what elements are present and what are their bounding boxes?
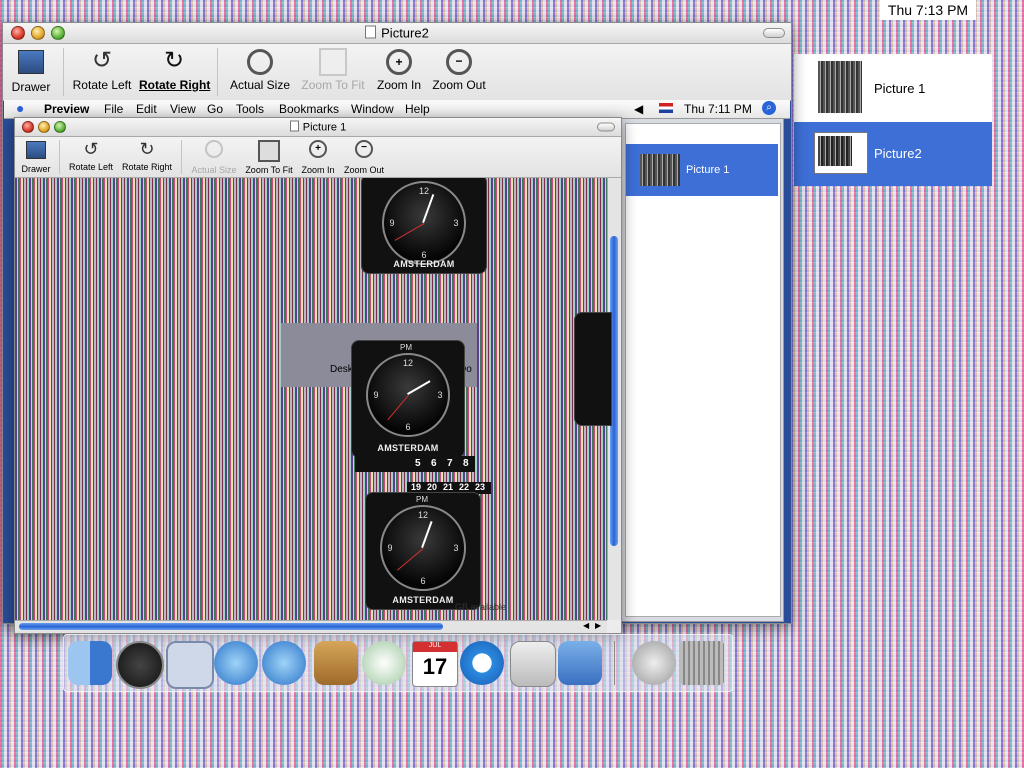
dock: JUL 17 [63, 634, 733, 692]
menu-app-name[interactable]: Preview [44, 102, 89, 116]
rotate-left-icon: ↺ [91, 47, 113, 74]
ical-icon[interactable]: JUL 17 [412, 641, 458, 687]
rotate-left-button[interactable]: ↺ Rotate Left [67, 139, 115, 172]
menu-help[interactable]: Help [405, 102, 430, 116]
picture-1-toolbar: Drawer ↺ Rotate Left ↻ Rotate Right Actu… [15, 137, 621, 178]
actual-size-button[interactable]: Actual Size [189, 140, 239, 175]
menu-window[interactable]: Window [351, 102, 394, 116]
zoom-in-button[interactable]: + Zoom In [297, 140, 339, 175]
itunes-icon[interactable] [362, 641, 406, 685]
document-icon [365, 25, 377, 39]
apple-menu-icon[interactable]: ● [16, 100, 24, 116]
zoom-in-icon: + [386, 49, 412, 75]
mail-icon[interactable] [166, 641, 214, 689]
rotate-left-button[interactable]: ↺ Rotate Left [71, 47, 133, 93]
drawer-item-label: Picture 1 [874, 81, 926, 96]
menu-file[interactable]: File [104, 102, 123, 116]
zoom-out-button[interactable]: − Zoom Out [341, 140, 387, 175]
inner-drawer-row-picture-1[interactable]: Picture 1 [626, 144, 778, 196]
calendar-fragment: 5 6 7 8 [355, 456, 475, 472]
zoom-out-icon: − [446, 49, 472, 75]
clock-widget: PM 12 3 6 9 AMSTERDAM [365, 492, 481, 610]
image-view[interactable]: 12 3 6 9 AMSTERDAM Desk Do PM 12 3 6 9 AMSTERD… [15, 178, 607, 620]
rotate-right-button[interactable]: ↻ Rotate Right [119, 139, 175, 172]
volume-icon[interactable]: ◀ [634, 102, 643, 116]
clock-city-label: AMSTERDAM [393, 259, 455, 269]
drawer-button[interactable]: Drawer [7, 50, 55, 94]
disk-available-fragment: GB available [455, 602, 507, 612]
rotate-right-icon: ↻ [139, 139, 155, 159]
rotate-left-icon: ↺ [83, 139, 99, 159]
document-icon [289, 120, 299, 132]
drawer-row-picture-1[interactable]: Picture 1 [794, 54, 992, 122]
drawer-button[interactable]: Drawer [19, 141, 53, 174]
scroll-left-arrow-icon[interactable]: ◀ [583, 621, 589, 630]
dashboard-icon[interactable] [116, 641, 164, 689]
drawer-item-label: Picture2 [874, 146, 922, 161]
zoom-out-button[interactable]: − Zoom Out [429, 48, 489, 92]
flag-icon[interactable] [659, 103, 673, 113]
picture2-drawer: Picture 1 Picture2 [794, 54, 992, 186]
picture-1-window: Picture 1 Drawer ↺ Rotate Left ↻ Rotate … [14, 117, 622, 634]
menu-go[interactable]: Go [207, 102, 223, 116]
preview-icon[interactable] [558, 641, 602, 685]
window-title: Picture2 [381, 25, 429, 41]
thumbnail-picture2 [814, 132, 868, 174]
window-title: Picture 1 [302, 121, 347, 134]
scroll-right-arrow-icon[interactable]: ▶ [595, 621, 601, 630]
zoom-in-button[interactable]: + Zoom In [373, 48, 425, 92]
toolbar-toggle-button[interactable] [763, 28, 785, 38]
actual-size-button[interactable]: Actual Size [229, 48, 291, 92]
drawer-icon [26, 141, 46, 159]
toolbar-toggle-button[interactable] [597, 122, 615, 132]
rotate-right-button[interactable]: ↻ Rotate Right [139, 47, 210, 93]
spotlight-icon[interactable]: ⌕ [762, 101, 776, 115]
quicktime-icon[interactable] [460, 641, 504, 685]
clock-city-label: AMSTERDAM [377, 443, 439, 453]
menu-view[interactable]: View [170, 102, 196, 116]
magnifier-equals-icon [205, 140, 223, 158]
horizontal-scroll-thumb[interactable] [19, 623, 443, 630]
inner-menubar-clock[interactable]: Thu 7:11 PM [684, 102, 752, 116]
thumbnail-picture-1 [818, 61, 862, 113]
drawer-icon [18, 50, 44, 74]
horizontal-scrollbar[interactable]: ◀ ▶ [15, 620, 607, 633]
picture2-toolbar: Drawer ↺ Rotate Left ↻ Rotate Right Actu… [3, 44, 791, 101]
downloads-icon[interactable] [632, 641, 676, 685]
dock-divider [614, 641, 615, 685]
clock-widget: 12 3 6 9 AMSTERDAM [361, 178, 487, 274]
clock-widget-partial [574, 312, 612, 426]
zoom-to-fit-button[interactable]: Zoom To Fit [299, 48, 367, 92]
menu-tools[interactable]: Tools [236, 102, 264, 116]
drawer-row-picture2[interactable]: Picture2 [794, 122, 992, 186]
zoom-to-fit-button[interactable]: Zoom To Fit [243, 140, 295, 175]
ichat-icon[interactable] [262, 641, 306, 685]
finder-icon[interactable] [68, 641, 112, 685]
zoom-out-icon: − [355, 140, 373, 158]
address-book-icon[interactable] [314, 641, 358, 685]
desk-fragment: Desk [330, 364, 353, 375]
safari-icon[interactable] [214, 641, 258, 685]
picture-1-titlebar[interactable]: Picture 1 [15, 118, 621, 137]
clock-widget: PM 12 3 6 9 AMSTERDAM [351, 340, 465, 458]
picture2-titlebar[interactable]: Picture2 [3, 23, 791, 44]
zoom-to-fit-icon [258, 140, 280, 162]
system-preferences-icon[interactable] [510, 641, 556, 687]
rotate-right-icon: ↻ [163, 47, 185, 74]
menubar-clock[interactable]: Thu 7:13 PM [880, 0, 976, 20]
zoom-to-fit-icon [319, 48, 347, 76]
menu-edit[interactable]: Edit [136, 102, 157, 116]
trash-icon[interactable] [680, 641, 724, 685]
menu-bookmarks[interactable]: Bookmarks [279, 102, 339, 116]
zoom-in-icon: + [309, 140, 327, 158]
thumbnail-picture-1 [640, 154, 680, 186]
magnifier-equals-icon [247, 49, 273, 75]
inner-drawer-panel: Picture 1 [620, 118, 784, 622]
